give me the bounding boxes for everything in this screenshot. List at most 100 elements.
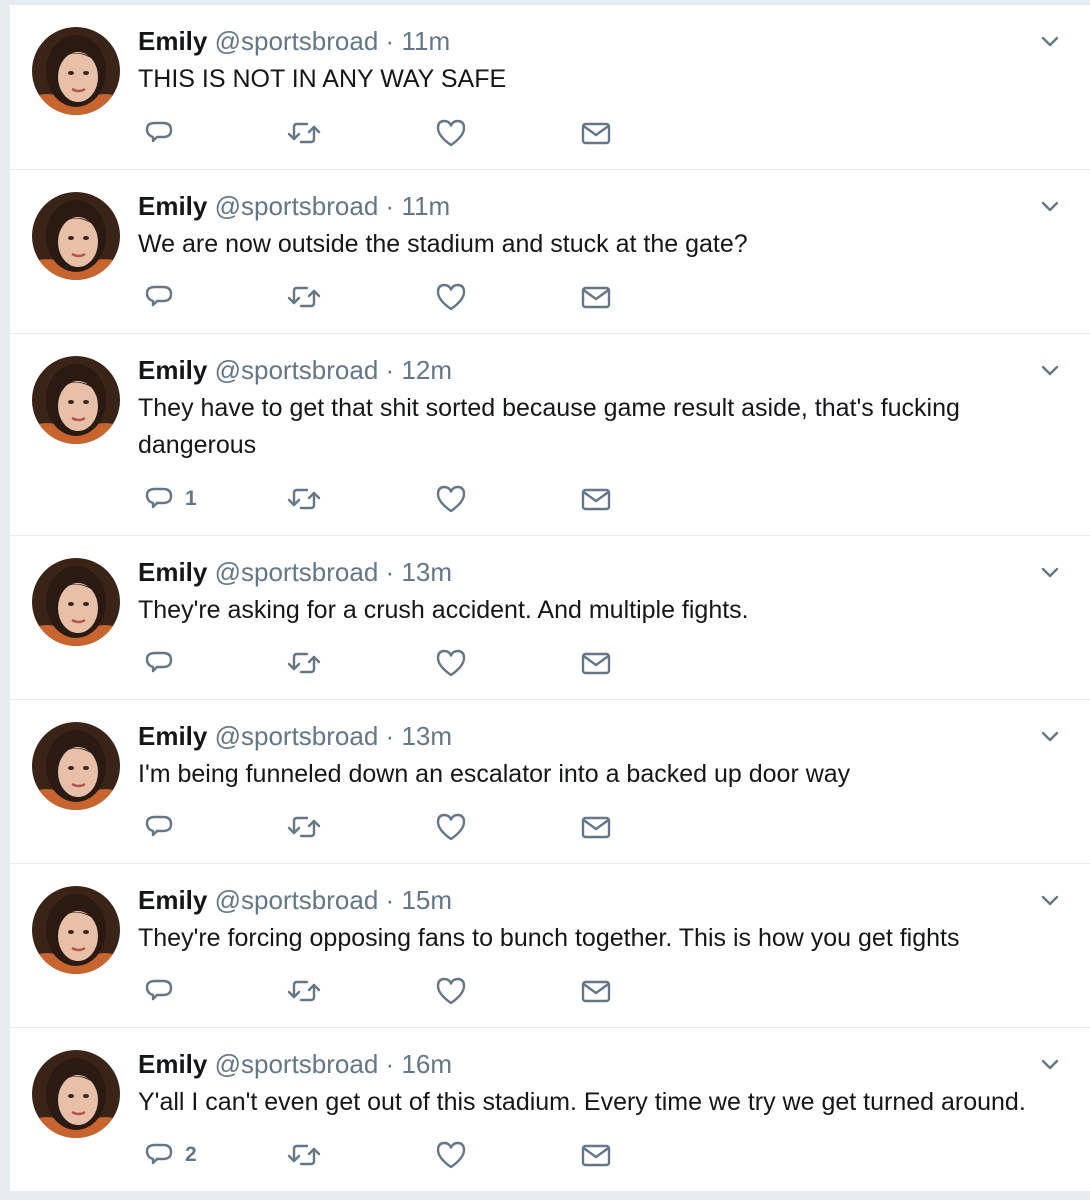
like-button[interactable] <box>434 481 468 517</box>
envelope-icon <box>581 1144 611 1167</box>
retweet-button[interactable] <box>286 973 322 1009</box>
tweet-header: Emily @sportsbroad · 11m <box>138 27 450 55</box>
user-name[interactable]: Emily <box>138 191 207 221</box>
like-button[interactable] <box>434 1137 468 1173</box>
timeline: Emily @sportsbroad · 11m THIS IS NOT IN … <box>10 5 1090 1192</box>
user-name[interactable]: Emily <box>138 885 207 915</box>
separator-dot: · <box>385 355 395 385</box>
user-handle[interactable]: @sportsbroad <box>215 721 379 751</box>
direct-message-button[interactable] <box>580 645 612 681</box>
reply-icon <box>145 979 173 1001</box>
reply-button[interactable] <box>143 645 185 681</box>
reply-count: 1 <box>185 487 197 510</box>
avatar[interactable] <box>32 192 120 280</box>
direct-message-button[interactable] <box>580 1137 612 1173</box>
user-handle[interactable]: @sportsbroad <box>215 1049 379 1079</box>
user-name[interactable]: Emily <box>138 557 207 587</box>
tweet-header: Emily @sportsbroad · 16m <box>138 1050 452 1078</box>
tweet-header: Emily @sportsbroad · 12m <box>138 356 452 384</box>
user-handle[interactable]: @sportsbroad <box>215 885 379 915</box>
direct-message-button[interactable] <box>580 481 612 517</box>
tweet[interactable]: Emily @sportsbroad · 13m I'm being funne… <box>10 700 1090 864</box>
direct-message-button[interactable] <box>580 809 612 845</box>
tweet-text: I'm being funneled down an escalator int… <box>138 760 851 788</box>
tweet-actions <box>138 115 638 151</box>
user-name[interactable]: Emily <box>138 721 207 751</box>
retweet-button[interactable] <box>286 481 322 517</box>
tweet[interactable]: Emily @sportsbroad · 15m They're forcing… <box>10 864 1090 1028</box>
tweet[interactable]: Emily @sportsbroad · 12m They have to ge… <box>10 334 1090 536</box>
caret-down-icon[interactable] <box>1038 888 1062 912</box>
reply-button[interactable] <box>143 809 185 845</box>
direct-message-button[interactable] <box>580 973 612 1009</box>
heart-icon <box>436 283 466 311</box>
tweet-actions <box>138 645 638 681</box>
reply-icon <box>145 815 173 837</box>
retweet-button[interactable] <box>286 645 322 681</box>
timestamp[interactable]: 11m <box>401 191 450 221</box>
caret-down-icon[interactable] <box>1038 29 1062 53</box>
user-handle[interactable]: @sportsbroad <box>215 557 379 587</box>
caret-down-icon[interactable] <box>1038 560 1062 584</box>
timestamp[interactable]: 11m <box>401 26 450 56</box>
reply-button[interactable]: 1 <box>143 481 197 517</box>
reply-icon <box>145 285 173 307</box>
reply-button[interactable] <box>143 973 185 1009</box>
tweet-actions <box>138 279 638 315</box>
retweet-button[interactable] <box>286 279 322 315</box>
retweet-icon <box>287 1144 321 1166</box>
user-name[interactable]: Emily <box>138 26 207 56</box>
reply-button[interactable] <box>143 115 185 151</box>
timestamp[interactable]: 13m <box>401 557 452 587</box>
tweet-header: Emily @sportsbroad · 11m <box>138 192 450 220</box>
retweet-button[interactable] <box>286 1137 322 1173</box>
like-button[interactable] <box>434 973 468 1009</box>
like-button[interactable] <box>434 279 468 315</box>
direct-message-button[interactable] <box>580 279 612 315</box>
avatar[interactable] <box>32 722 120 810</box>
caret-down-icon[interactable] <box>1038 194 1062 218</box>
caret-down-icon[interactable] <box>1038 358 1062 382</box>
tweet[interactable]: Emily @sportsbroad · 11m THIS IS NOT IN … <box>10 5 1090 170</box>
tweet[interactable]: Emily @sportsbroad · 16m Y'all I can't e… <box>10 1028 1090 1192</box>
tweet-header: Emily @sportsbroad · 13m <box>138 722 452 750</box>
tweet[interactable]: Emily @sportsbroad · 11m We are now outs… <box>10 170 1090 334</box>
tweet-text: They're asking for a crush accident. And… <box>138 596 749 624</box>
retweet-button[interactable] <box>286 809 322 845</box>
like-button[interactable] <box>434 645 468 681</box>
avatar[interactable] <box>32 558 120 646</box>
retweet-icon <box>287 286 321 308</box>
retweet-button[interactable] <box>286 115 322 151</box>
envelope-icon <box>581 980 611 1003</box>
tweet[interactable]: Emily @sportsbroad · 13m They're asking … <box>10 536 1090 700</box>
timestamp[interactable]: 15m <box>401 885 452 915</box>
timestamp[interactable]: 12m <box>401 355 452 385</box>
heart-icon <box>436 1141 466 1169</box>
separator-dot: · <box>385 885 395 915</box>
timestamp[interactable]: 16m <box>401 1049 452 1079</box>
user-handle[interactable]: @sportsbroad <box>215 26 379 56</box>
user-handle[interactable]: @sportsbroad <box>215 191 379 221</box>
user-handle[interactable]: @sportsbroad <box>215 355 379 385</box>
avatar[interactable] <box>32 27 120 115</box>
like-button[interactable] <box>434 115 468 151</box>
separator-dot: · <box>385 26 395 56</box>
avatar[interactable] <box>32 1050 120 1138</box>
user-name[interactable]: Emily <box>138 355 207 385</box>
envelope-icon <box>581 652 611 675</box>
timestamp[interactable]: 13m <box>401 721 452 751</box>
direct-message-button[interactable] <box>580 115 612 151</box>
user-name[interactable]: Emily <box>138 1049 207 1079</box>
heart-icon <box>436 119 466 147</box>
tweet-actions <box>138 809 638 845</box>
avatar[interactable] <box>32 886 120 974</box>
reply-button[interactable] <box>143 279 185 315</box>
like-button[interactable] <box>434 809 468 845</box>
caret-down-icon[interactable] <box>1038 1052 1062 1076</box>
caret-down-icon[interactable] <box>1038 724 1062 748</box>
avatar[interactable] <box>32 356 120 444</box>
separator-dot: · <box>385 557 395 587</box>
envelope-icon <box>581 816 611 839</box>
reply-button[interactable]: 2 <box>143 1137 197 1173</box>
heart-icon <box>436 485 466 513</box>
